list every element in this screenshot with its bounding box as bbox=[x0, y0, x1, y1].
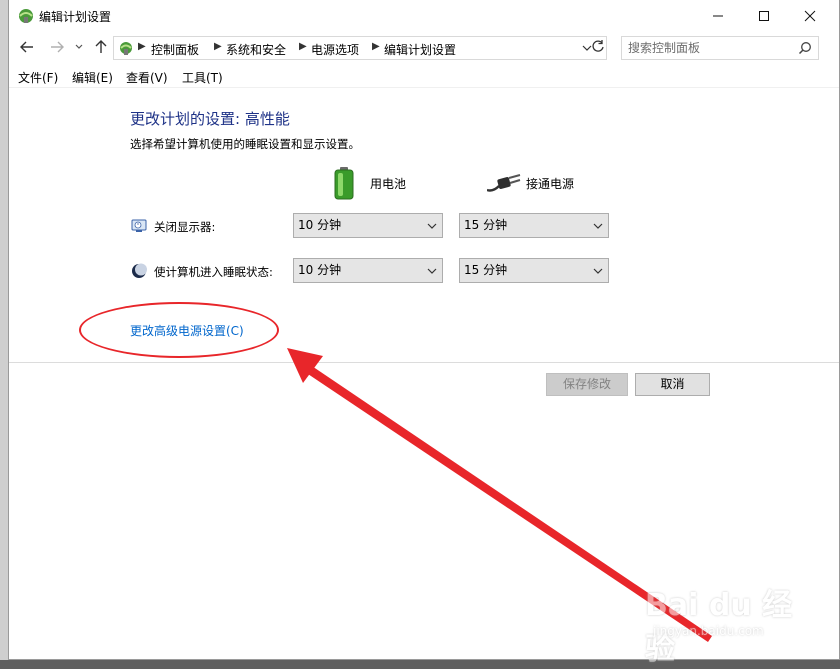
battery-icon bbox=[333, 166, 355, 200]
breadcrumb-edit-plan[interactable]: 编辑计划设置 bbox=[384, 41, 456, 58]
refresh-button[interactable] bbox=[589, 35, 607, 57]
menu-tools[interactable]: 工具(T) bbox=[182, 69, 223, 86]
forward-button[interactable] bbox=[47, 37, 67, 57]
breadcrumb-separator: ▶ bbox=[214, 41, 222, 52]
menu-bar: 文件(F) 编辑(E) 查看(V) 工具(T) bbox=[9, 64, 839, 88]
breadcrumb-separator: ▶ bbox=[138, 41, 146, 52]
watermark-url: jingyan.baidu.com bbox=[653, 624, 764, 638]
display-off-label: 关闭显示器: bbox=[154, 220, 216, 234]
sleep-moon-icon bbox=[131, 263, 147, 279]
plugged-in-column-label: 接通电源 bbox=[526, 177, 575, 191]
address-bar[interactable]: ▶ 控制面板 ▶ 系统和安全 ▶ 电源选项 ▶ 编辑计划设置 bbox=[113, 36, 607, 60]
sleep-battery-value: 10 分钟 bbox=[298, 263, 342, 277]
menu-file[interactable]: 文件(F) bbox=[18, 69, 58, 86]
arrow-left-icon bbox=[20, 41, 33, 53]
breadcrumb-power-options[interactable]: 电源选项 bbox=[311, 41, 359, 58]
arrow-up-icon bbox=[95, 40, 107, 53]
monitor-icon bbox=[131, 218, 147, 234]
maximize-button[interactable] bbox=[741, 0, 787, 32]
page-description: 选择希望计算机使用的睡眠设置和显示设置。 bbox=[130, 137, 360, 151]
baidu-watermark: Bai du 经验 jingyan.baidu.com bbox=[645, 580, 805, 667]
menu-edit[interactable]: 编辑(E) bbox=[72, 69, 113, 86]
search-icon[interactable] bbox=[798, 41, 812, 58]
chevron-down-icon bbox=[75, 44, 83, 49]
close-icon bbox=[804, 10, 816, 22]
chevron-down-icon bbox=[593, 223, 603, 229]
display-off-battery-select[interactable]: 10 分钟 bbox=[293, 213, 443, 238]
battery-column-label: 用电池 bbox=[370, 177, 407, 191]
advanced-power-settings-link[interactable]: 更改高级电源设置(C) bbox=[130, 322, 244, 339]
display-off-battery-value: 10 分钟 bbox=[298, 218, 342, 232]
chevron-down-icon bbox=[427, 268, 437, 274]
save-changes-button[interactable]: 保存修改 bbox=[546, 373, 628, 396]
breadcrumb-separator: ▶ bbox=[299, 41, 307, 52]
close-button[interactable] bbox=[787, 0, 833, 32]
display-off-plugged-value: 15 分钟 bbox=[464, 218, 508, 232]
chevron-down-icon bbox=[427, 223, 437, 229]
minimize-button[interactable] bbox=[695, 0, 741, 32]
cancel-button[interactable]: 取消 bbox=[635, 373, 710, 396]
window-title: 编辑计划设置 bbox=[39, 10, 112, 24]
control-panel-icon bbox=[118, 40, 134, 56]
divider bbox=[9, 362, 839, 363]
title-bar[interactable]: 编辑计划设置 bbox=[9, 0, 839, 32]
breadcrumb-control-panel[interactable]: 控制面板 bbox=[151, 41, 199, 58]
back-button[interactable] bbox=[17, 37, 37, 57]
search-input[interactable] bbox=[622, 37, 792, 59]
chevron-down-icon bbox=[593, 268, 603, 274]
breadcrumb-system-security[interactable]: 系统和安全 bbox=[226, 41, 286, 58]
arrow-right-icon bbox=[51, 41, 64, 53]
maximize-icon bbox=[759, 11, 769, 21]
sleep-plugged-select[interactable]: 15 分钟 bbox=[459, 258, 609, 283]
search-box[interactable] bbox=[621, 36, 819, 60]
sleep-battery-select[interactable]: 10 分钟 bbox=[293, 258, 443, 283]
power-plug-icon bbox=[486, 172, 521, 194]
up-button[interactable] bbox=[91, 37, 111, 57]
sleep-label: 使计算机进入睡眠状态: bbox=[154, 265, 273, 279]
navigation-bar: ▶ 控制面板 ▶ 系统和安全 ▶ 电源选项 ▶ 编辑计划设置 bbox=[9, 32, 839, 62]
minimize-icon bbox=[713, 15, 723, 17]
page-title: 更改计划的设置: 高性能 bbox=[130, 110, 290, 128]
sleep-plugged-value: 15 分钟 bbox=[464, 263, 508, 277]
breadcrumb-separator: ▶ bbox=[372, 41, 380, 52]
background-window-edge bbox=[0, 0, 8, 669]
menu-view[interactable]: 查看(V) bbox=[126, 69, 168, 86]
display-off-plugged-select[interactable]: 15 分钟 bbox=[459, 213, 609, 238]
power-options-icon bbox=[17, 7, 35, 25]
refresh-icon bbox=[592, 40, 604, 52]
recent-locations-button[interactable] bbox=[71, 37, 87, 57]
control-panel-window: 编辑计划设置 ▶ 控制面板 ▶ 系统和安全 ▶ 电源选项 ▶ 编辑计划设置 搜索… bbox=[8, 0, 840, 660]
